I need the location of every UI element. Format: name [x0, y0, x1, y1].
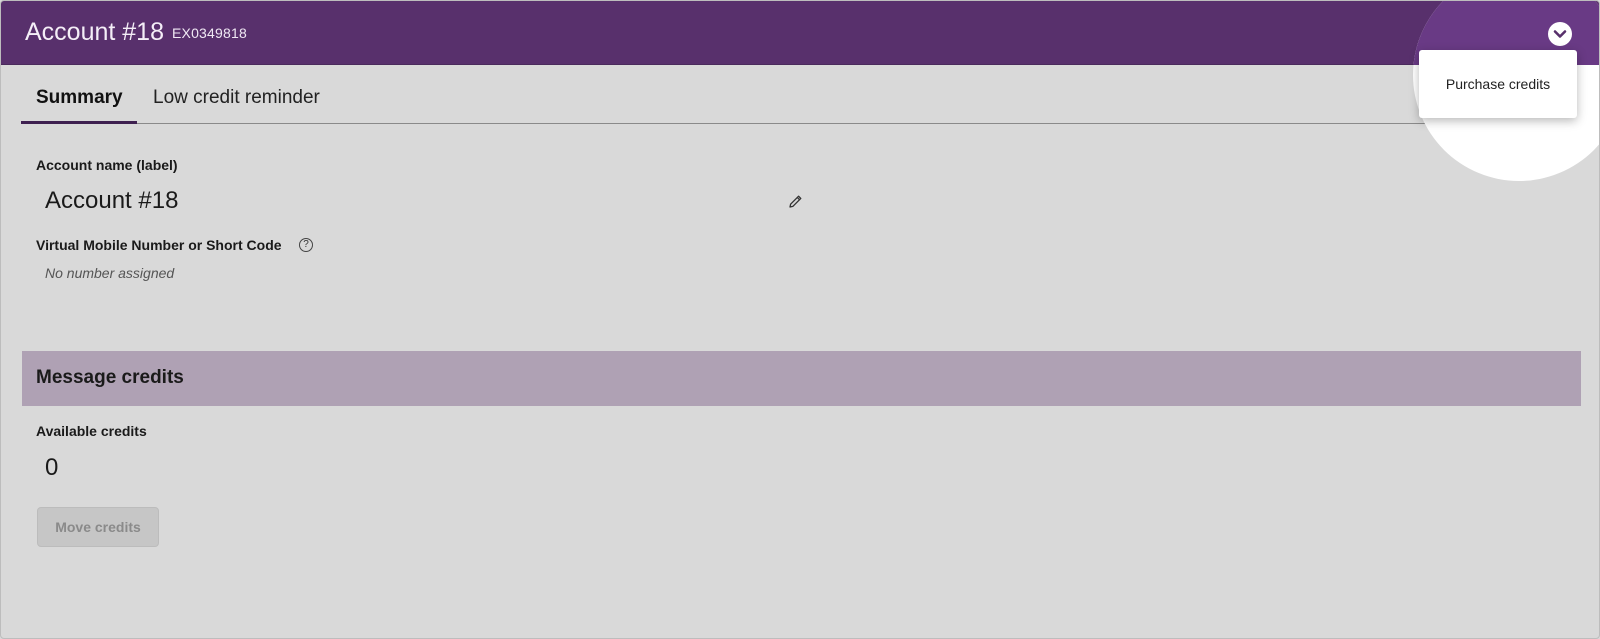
- account-name-label: Account name (label): [36, 157, 178, 173]
- pencil-icon[interactable]: [787, 193, 804, 210]
- purchase-credits-menu-item[interactable]: Purchase credits: [1446, 76, 1550, 92]
- vmn-label: Virtual Mobile Number or Short Code: [36, 237, 282, 253]
- account-code: EX0349818: [172, 25, 247, 41]
- active-tab-indicator: [21, 121, 137, 124]
- message-credits-section-header: Message credits: [22, 351, 1581, 406]
- tab-summary[interactable]: Summary: [36, 87, 123, 109]
- question-circle-icon[interactable]: ?: [299, 238, 313, 252]
- tab-bar: Summary Low credit reminder: [21, 79, 1581, 124]
- account-header: Account #18 EX0349818: [1, 1, 1599, 65]
- actions-dropdown: Purchase credits: [1419, 50, 1577, 118]
- tab-low-credit-reminder[interactable]: Low credit reminder: [153, 87, 320, 109]
- account-name-value: Account #18: [45, 187, 179, 214]
- available-credits-label: Available credits: [36, 423, 147, 439]
- chevron-down-icon[interactable]: [1548, 22, 1572, 46]
- section-title: Message credits: [36, 367, 184, 388]
- available-credits-value: 0: [45, 454, 59, 481]
- move-credits-button[interactable]: Move credits: [37, 507, 159, 547]
- vmn-value: No number assigned: [45, 265, 175, 281]
- account-title: Account #18: [25, 18, 164, 46]
- account-panel: Account #18 EX0349818 Summary Low credit…: [0, 0, 1600, 639]
